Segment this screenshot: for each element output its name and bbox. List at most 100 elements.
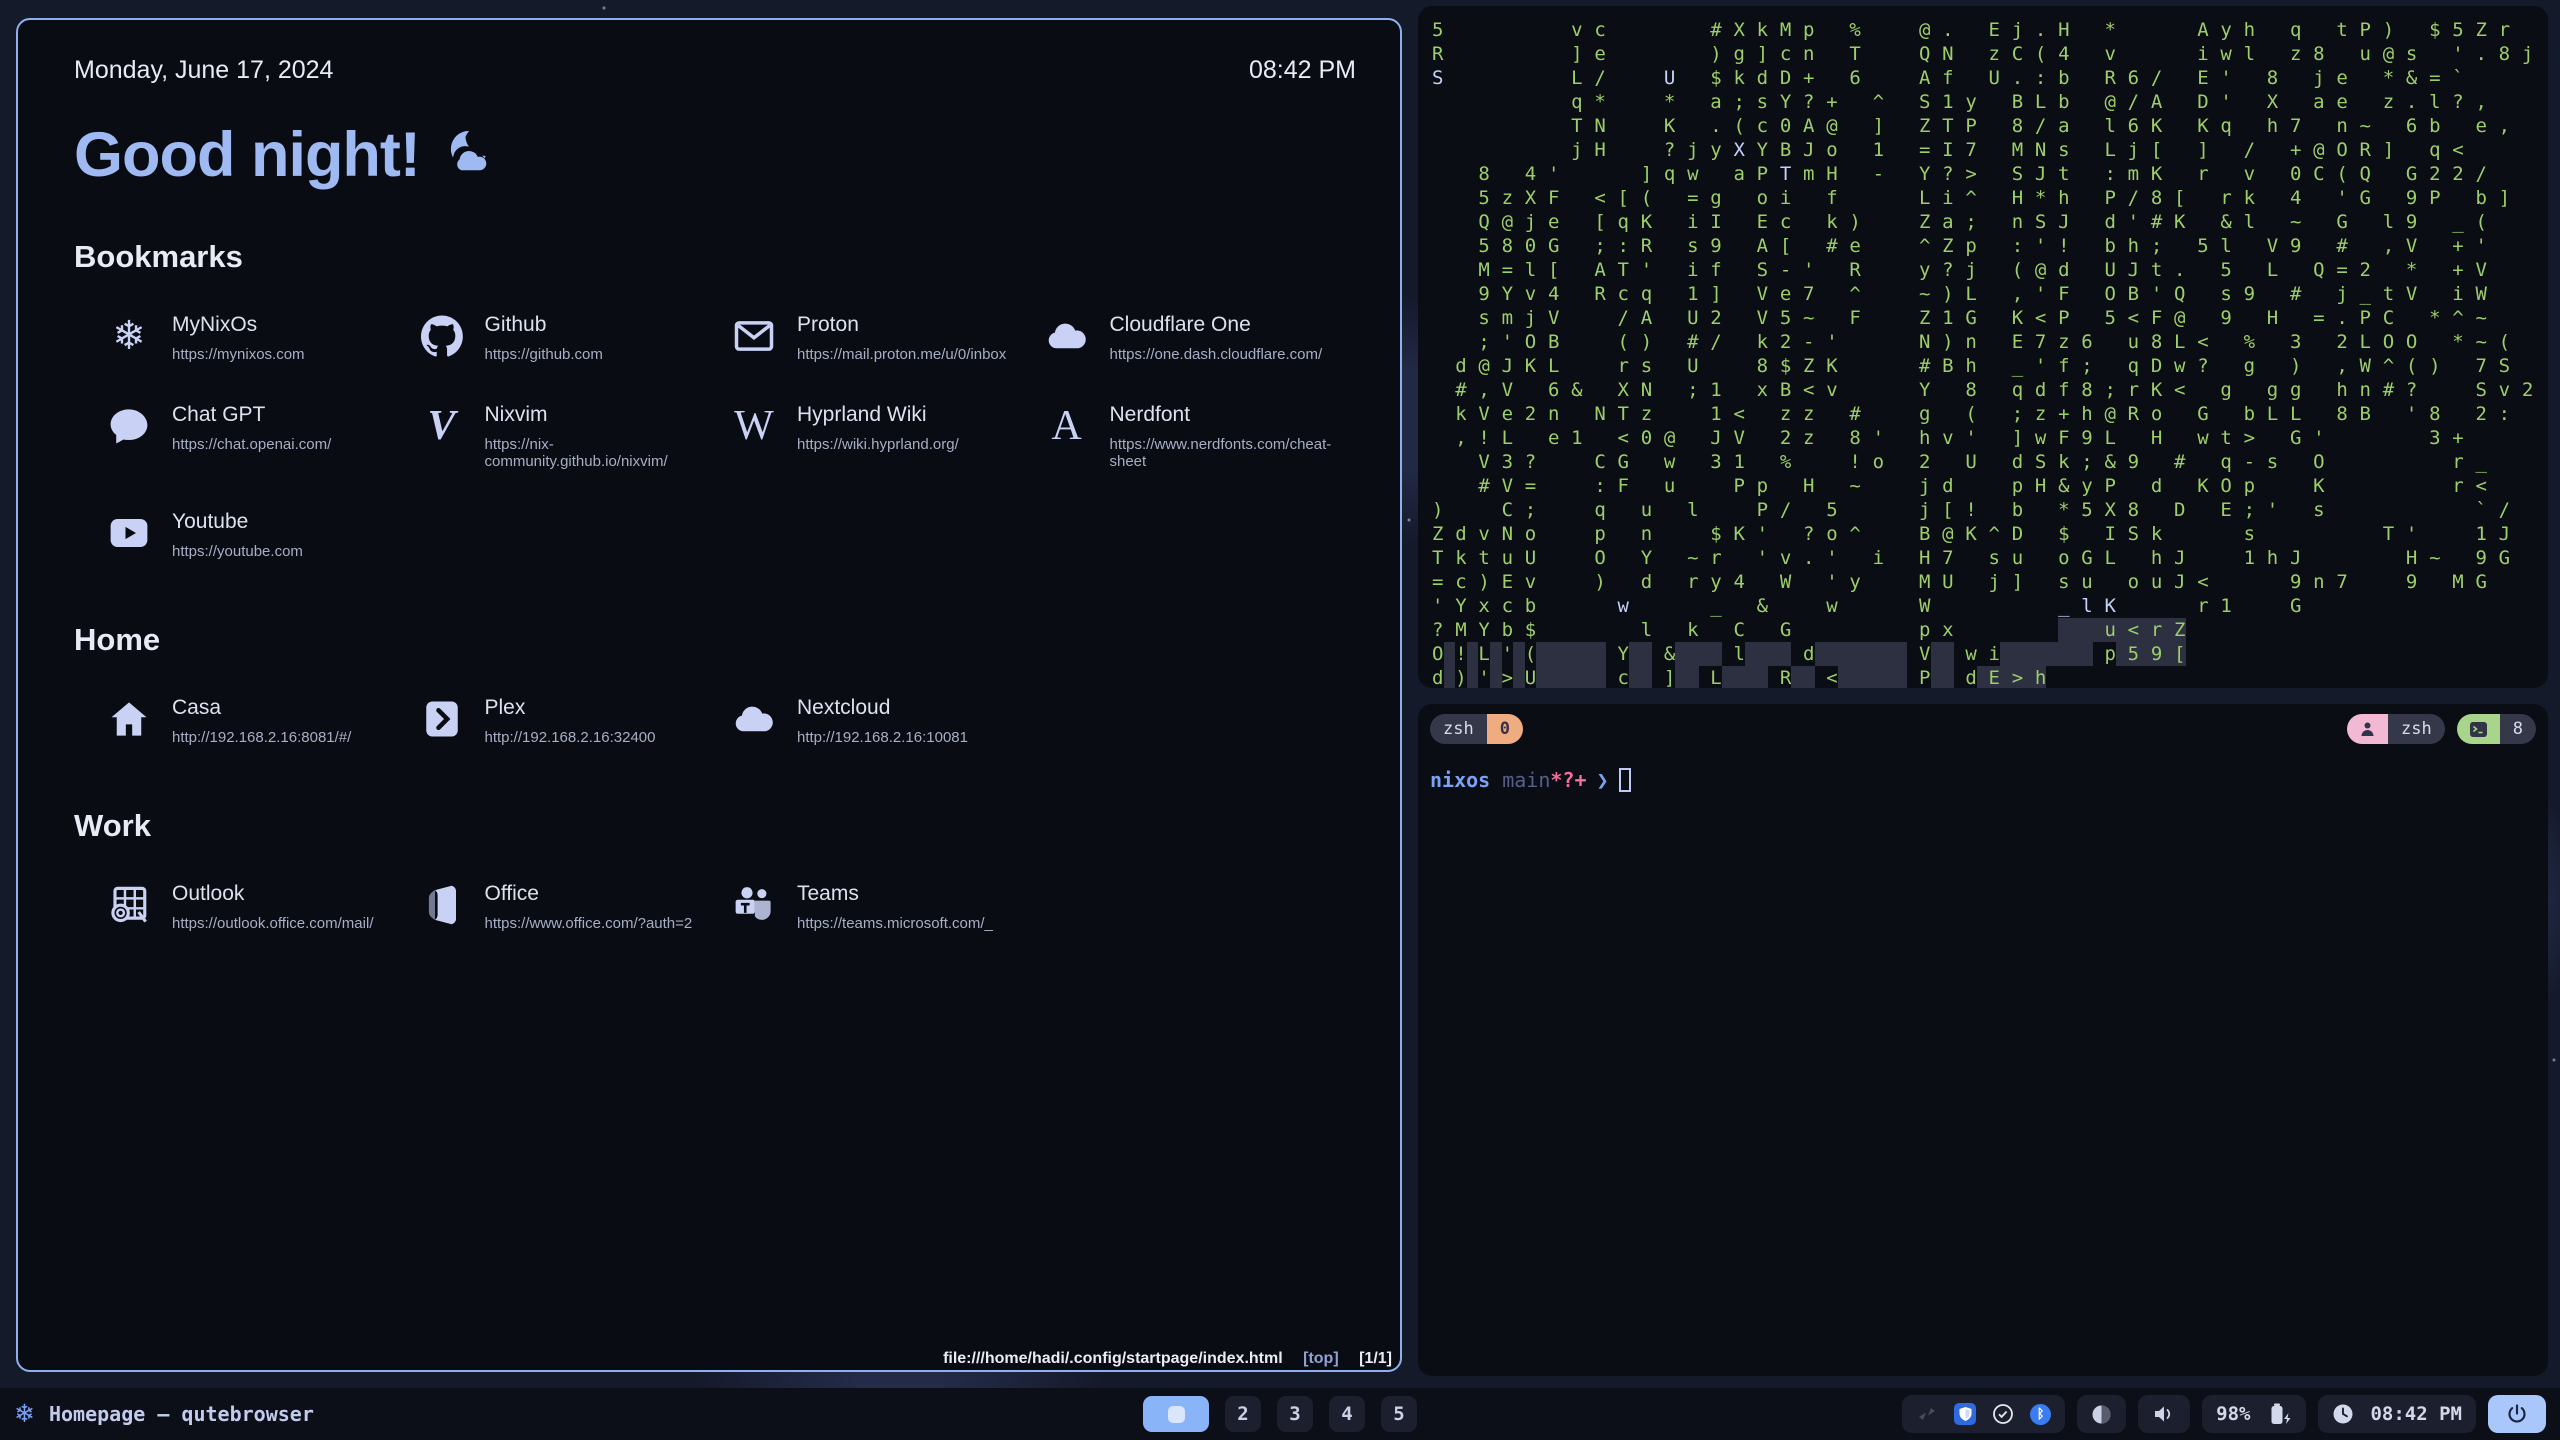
tmux-session-user[interactable]: zsh bbox=[2347, 714, 2445, 744]
kdeconnect-icon bbox=[1916, 1403, 1938, 1425]
qutebrowser-statusbar: file:///home/hadi/.config/startpage/inde… bbox=[943, 1350, 1392, 1368]
github-icon bbox=[419, 313, 465, 359]
startpage-sections: Bookmarks❄MyNixOshttps://mynixos.comGith… bbox=[74, 239, 1356, 932]
cmatrix-output: 5 v c # X k M p % @ . E j . H * A y h q … bbox=[1432, 18, 2548, 688]
section-work: Work Outlookhttps://outlook.office.com/ma… bbox=[74, 808, 1356, 932]
taskbar-right: ᛒ 98% 08:42 PM bbox=[1902, 1395, 2546, 1433]
status-url: file:///home/hadi/.config/startpage/inde… bbox=[943, 1350, 1283, 1367]
prompt-git-branch: main bbox=[1502, 768, 1550, 792]
qutebrowser-window: Monday, June 17, 2024 08:42 PM Good nigh… bbox=[16, 18, 1402, 1372]
bookmark-name: Nixvim bbox=[485, 403, 732, 427]
clock-icon bbox=[2332, 1403, 2354, 1425]
envelope-icon bbox=[731, 313, 777, 359]
prompt-symbol: ❯ bbox=[1597, 768, 1609, 792]
bookmark-name: Outlook bbox=[172, 882, 373, 906]
house-icon bbox=[106, 696, 152, 742]
bookmark-hyprland-wiki[interactable]: WHyprland Wikihttps://wiki.hyprland.org/ bbox=[731, 403, 1044, 470]
bluetooth-icon[interactable]: ᛒ bbox=[2030, 1404, 2051, 1425]
shield-icon[interactable] bbox=[1954, 1403, 1976, 1425]
bookmark-url: https://one.dash.cloudflare.com/ bbox=[1110, 346, 1323, 363]
power-button[interactable] bbox=[2488, 1395, 2546, 1433]
bookmark-outlook[interactable]: Outlookhttps://outlook.office.com/mail/ bbox=[106, 882, 419, 932]
workspace-active-indicator bbox=[1168, 1406, 1185, 1423]
section-home: Home Casahttp://192.168.2.16:8081/#/Plexh… bbox=[74, 622, 1356, 746]
bookmark-url: https://mynixos.com bbox=[172, 346, 305, 363]
outlook-icon bbox=[106, 882, 152, 928]
night-light-icon bbox=[2091, 1404, 2112, 1425]
bookmark-casa[interactable]: Casahttp://192.168.2.16:8081/#/ bbox=[106, 696, 419, 746]
bookmark-teams[interactable]: Teams https://teams.microsoft.com/_ bbox=[731, 882, 1044, 932]
bookmark-mynixos[interactable]: ❄MyNixOshttps://mynixos.com bbox=[106, 313, 419, 363]
bookmark-name: Youtube bbox=[172, 510, 303, 534]
terminal-icon bbox=[2457, 714, 2500, 744]
terminal-shell-window: zsh 0 zsh 8 nixos main *?+ ❯ bbox=[1418, 704, 2548, 1376]
volume-icon bbox=[2152, 1403, 2176, 1425]
tmux-tab-zsh[interactable]: zsh 0 bbox=[1430, 714, 1523, 744]
clock-text: 08:42 PM bbox=[2370, 1403, 2462, 1425]
bookmark-chat-gpt[interactable]: Chat GPThttps://chat.openai.com/ bbox=[106, 403, 419, 470]
clock-indicator[interactable]: 08:42 PM bbox=[2318, 1395, 2476, 1433]
volume-button[interactable] bbox=[2138, 1395, 2190, 1433]
bookmark-url: https://youtube.com bbox=[172, 543, 303, 560]
workspace-1[interactable] bbox=[1143, 1396, 1209, 1432]
power-icon bbox=[2506, 1403, 2528, 1425]
night-light-button[interactable] bbox=[2077, 1395, 2126, 1433]
bookmark-nixvim[interactable]: V Nixvim https://nix-community.github.io/n… bbox=[419, 403, 732, 470]
bookmark-name: Github bbox=[485, 313, 603, 337]
bookmark-url: https://nix-community.github.io/nixvim/ bbox=[485, 436, 732, 470]
bookmark-proton[interactable]: Proton https://mail.proton.me/u/0/inbox bbox=[731, 313, 1044, 363]
bookmark-youtube[interactable]: Youtube https://youtube.com bbox=[106, 510, 419, 560]
bookmark-grid: Outlookhttps://outlook.office.com/mail/O… bbox=[74, 882, 1356, 932]
shell-prompt[interactable]: nixos main *?+ ❯ bbox=[1430, 768, 2536, 792]
section-title: Work bbox=[74, 808, 1356, 844]
office-icon bbox=[419, 882, 465, 928]
tmux-tab-index: 0 bbox=[1487, 714, 1523, 744]
bookmark-nextcloud[interactable]: Nextcloudhttp://192.168.2.16:10081 bbox=[731, 696, 1044, 746]
bookmark-url: https://mail.proton.me/u/0/inbox bbox=[797, 346, 1006, 363]
workspace-4[interactable]: 4 bbox=[1329, 1396, 1365, 1432]
workspace-5[interactable]: 5 bbox=[1381, 1396, 1417, 1432]
workspace-2[interactable]: 2 bbox=[1225, 1396, 1261, 1432]
nix-snowflake-icon: ❄ bbox=[106, 313, 152, 359]
bookmark-plex[interactable]: Plexhttp://192.168.2.16:32400 bbox=[419, 696, 732, 746]
section-title: Home bbox=[74, 622, 1356, 658]
bookmark-name: Nerdfont bbox=[1110, 403, 1357, 427]
teams-icon bbox=[731, 882, 777, 928]
workspace-switcher: 2345 bbox=[1143, 1396, 1417, 1432]
battery-percent: 98% bbox=[2216, 1403, 2250, 1425]
battery-charging-icon bbox=[2266, 1401, 2292, 1427]
workspace-3[interactable]: 3 bbox=[1277, 1396, 1313, 1432]
bookmark-name: Office bbox=[485, 882, 693, 906]
greeting: Good night! bbox=[74, 119, 1356, 191]
bookmark-name: Plex bbox=[485, 696, 656, 720]
terminal-cmatrix-window: 5 v c # X k M p % @ . E j . H * A y h q … bbox=[1418, 6, 2548, 688]
bookmark-url: https://wiki.hyprland.org/ bbox=[797, 436, 959, 453]
bookmark-office[interactable]: Officehttps://www.office.com/?auth=2 bbox=[419, 882, 732, 932]
tmux-pane-number: 8 bbox=[2500, 714, 2536, 744]
bookmark-name: Proton bbox=[797, 313, 1006, 337]
vim-v-icon: V bbox=[419, 403, 465, 449]
tray-icons-group[interactable]: ᛒ bbox=[1902, 1395, 2065, 1433]
status-scroll-position: [top] bbox=[1303, 1350, 1339, 1367]
bookmark-name: Teams bbox=[797, 882, 993, 906]
wikipedia-w-icon: W bbox=[731, 403, 777, 449]
taskbar-window-title: Homepage — qutebrowser bbox=[49, 1402, 314, 1426]
bookmark-url: https://github.com bbox=[485, 346, 603, 363]
bookmark-nerdfont[interactable]: A Nerdfont https://www.nerdfonts.com/cheat… bbox=[1044, 403, 1357, 470]
bookmark-grid: ❄MyNixOshttps://mynixos.com Github https:/… bbox=[74, 313, 1356, 560]
bookmark-name: Chat GPT bbox=[172, 403, 331, 427]
serif-a-icon: A bbox=[1044, 403, 1090, 449]
bookmark-url: https://teams.microsoft.com/_ bbox=[797, 915, 993, 932]
taskbar: ❄ Homepage — qutebrowser 2345 ᛒ 98% 08:4… bbox=[0, 1388, 2560, 1440]
cloud-icon bbox=[731, 696, 777, 742]
tmux-tab-name: zsh bbox=[1430, 714, 1487, 744]
section-title: Bookmarks bbox=[74, 239, 1356, 275]
bookmark-github[interactable]: Github https://github.com bbox=[419, 313, 732, 363]
battery-indicator[interactable]: 98% bbox=[2202, 1395, 2306, 1433]
bookmark-url: https://www.nerdfonts.com/cheat-sheet bbox=[1110, 436, 1357, 470]
bookmark-name: Cloudflare One bbox=[1110, 313, 1323, 337]
plex-icon bbox=[419, 696, 465, 742]
check-circle-icon[interactable] bbox=[1992, 1403, 2014, 1425]
tmux-pane-count[interactable]: 8 bbox=[2457, 714, 2536, 744]
bookmark-cloudflare-one[interactable]: Cloudflare One https://one.dash.cloudflar… bbox=[1044, 313, 1357, 363]
